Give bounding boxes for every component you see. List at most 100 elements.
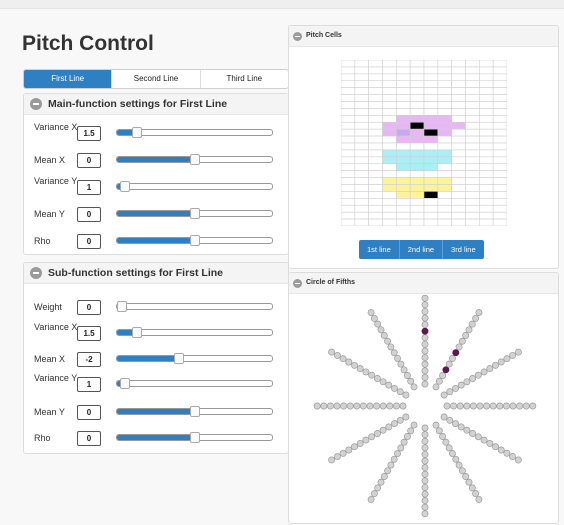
pitch-cell[interactable] xyxy=(382,94,397,102)
pitch-node[interactable] xyxy=(326,402,334,410)
pitch-cell[interactable] xyxy=(409,170,425,178)
pitch-cell[interactable] xyxy=(382,80,397,88)
pitch-cell[interactable] xyxy=(437,211,452,220)
pitch-node[interactable] xyxy=(367,309,375,317)
pitch-node[interactable] xyxy=(509,351,517,359)
pitch-cell[interactable] xyxy=(354,218,369,226)
pitch-cell-grid[interactable] xyxy=(341,60,507,226)
pitch-cell[interactable] xyxy=(382,115,397,123)
pitch-cell[interactable] xyxy=(492,211,507,220)
pitch-node[interactable] xyxy=(379,378,387,386)
pitch-cell[interactable] xyxy=(492,149,507,158)
pitch-cell[interactable] xyxy=(437,87,452,95)
pitch-cell[interactable] xyxy=(451,108,466,116)
slider-thumb[interactable] xyxy=(132,127,143,138)
pitch-cell[interactable] xyxy=(409,87,425,95)
pitch-node[interactable] xyxy=(402,391,410,399)
pitch-cell[interactable] xyxy=(465,218,480,226)
pitch-cell[interactable] xyxy=(479,184,494,192)
pitch-cell[interactable] xyxy=(354,115,369,123)
slider-thumb[interactable] xyxy=(189,235,200,246)
pitch-cell[interactable] xyxy=(437,163,452,171)
pitch-node[interactable] xyxy=(403,372,411,379)
pitch-node[interactable] xyxy=(328,348,336,356)
pitch-node[interactable] xyxy=(480,436,488,444)
pitch-node[interactable] xyxy=(442,438,450,446)
pitch-cell[interactable] xyxy=(465,121,480,130)
pitch-cell[interactable] xyxy=(396,128,411,137)
pitch-node[interactable] xyxy=(476,402,484,410)
pitch-cell[interactable] xyxy=(382,163,397,171)
pitch-cell[interactable] xyxy=(437,177,452,185)
pitch-cell[interactable] xyxy=(479,198,494,206)
pitch-cell[interactable] xyxy=(465,60,480,68)
pitch-node[interactable] xyxy=(457,381,465,389)
slider-sub-variance-x[interactable] xyxy=(116,327,273,338)
pitch-cell[interactable] xyxy=(492,128,507,137)
pitch-cell[interactable] xyxy=(354,80,369,88)
slider-thumb[interactable] xyxy=(189,406,200,417)
input-sub-mean-x[interactable]: -2 xyxy=(77,352,101,367)
input-sub-variance-y[interactable]: 1 xyxy=(77,377,101,392)
pitch-node[interactable] xyxy=(435,377,443,385)
pitch-cell[interactable] xyxy=(354,66,369,75)
pitch-node[interactable] xyxy=(469,375,477,382)
pitch-cell[interactable] xyxy=(423,108,439,116)
collapse-icon[interactable] xyxy=(293,279,302,288)
pitch-node[interactable] xyxy=(452,455,460,463)
pitch-cell[interactable] xyxy=(409,156,425,165)
pitch-cell[interactable] xyxy=(451,149,466,158)
pitch-cell[interactable] xyxy=(382,149,397,158)
pitch-node[interactable] xyxy=(313,402,321,410)
pitch-cell[interactable] xyxy=(341,198,356,206)
pitch-node[interactable] xyxy=(421,360,429,368)
pitch-cell[interactable] xyxy=(437,108,452,116)
pitch-node[interactable] xyxy=(463,402,471,410)
pitch-cell[interactable] xyxy=(396,108,411,116)
pitch-node[interactable] xyxy=(399,402,407,410)
pitch-node[interactable] xyxy=(392,402,400,410)
pitch-cell[interactable] xyxy=(354,87,369,95)
pitch-cell[interactable] xyxy=(465,142,480,151)
pitch-cell[interactable] xyxy=(354,211,369,220)
pitch-cell[interactable] xyxy=(396,101,411,109)
pitch-node[interactable] xyxy=(516,402,524,410)
pitch-cell[interactable] xyxy=(492,73,507,82)
pitch-cell[interactable] xyxy=(492,66,507,75)
slider-thumb[interactable] xyxy=(132,327,143,338)
pitch-node[interactable] xyxy=(400,438,408,446)
pitch-node[interactable] xyxy=(492,443,499,451)
pitch-cell[interactable] xyxy=(437,80,452,88)
pitch-cell[interactable] xyxy=(437,128,452,137)
pitch-cell[interactable] xyxy=(465,177,480,185)
pitch-cell[interactable] xyxy=(409,115,425,123)
pitch-node[interactable] xyxy=(452,420,459,428)
pitch-cell[interactable] xyxy=(409,211,425,220)
pitch-cell[interactable] xyxy=(341,211,356,220)
pitch-cell[interactable] xyxy=(368,191,383,199)
pitch-cell[interactable] xyxy=(409,121,425,130)
slider-thumb[interactable] xyxy=(189,208,200,219)
pitch-node[interactable] xyxy=(390,349,398,357)
pitch-cell[interactable] xyxy=(368,135,383,144)
pitch-node[interactable] xyxy=(333,351,341,359)
pitch-cell[interactable] xyxy=(396,149,411,158)
slider-thumb[interactable] xyxy=(174,353,184,364)
pitch-node[interactable] xyxy=(379,426,387,434)
pitch-cell[interactable] xyxy=(465,73,480,82)
pitch-cell[interactable] xyxy=(465,184,480,192)
pitch-cell[interactable] xyxy=(451,177,466,185)
pitch-cell[interactable] xyxy=(451,87,466,95)
slider-thumb[interactable] xyxy=(119,181,130,192)
pitch-cell[interactable] xyxy=(368,198,383,206)
pitch-cell[interactable] xyxy=(396,163,411,171)
pitch-cell[interactable] xyxy=(409,191,425,199)
pitch-node[interactable] xyxy=(486,365,494,373)
pitch-node[interactable] xyxy=(421,431,429,439)
pitch-cell[interactable] xyxy=(341,149,356,158)
pitch-node[interactable] xyxy=(443,402,451,410)
pitch-node[interactable] xyxy=(480,368,488,376)
pitch-cell[interactable] xyxy=(354,198,369,206)
pitch-cell[interactable] xyxy=(354,177,369,185)
pitch-cell[interactable] xyxy=(396,135,411,144)
